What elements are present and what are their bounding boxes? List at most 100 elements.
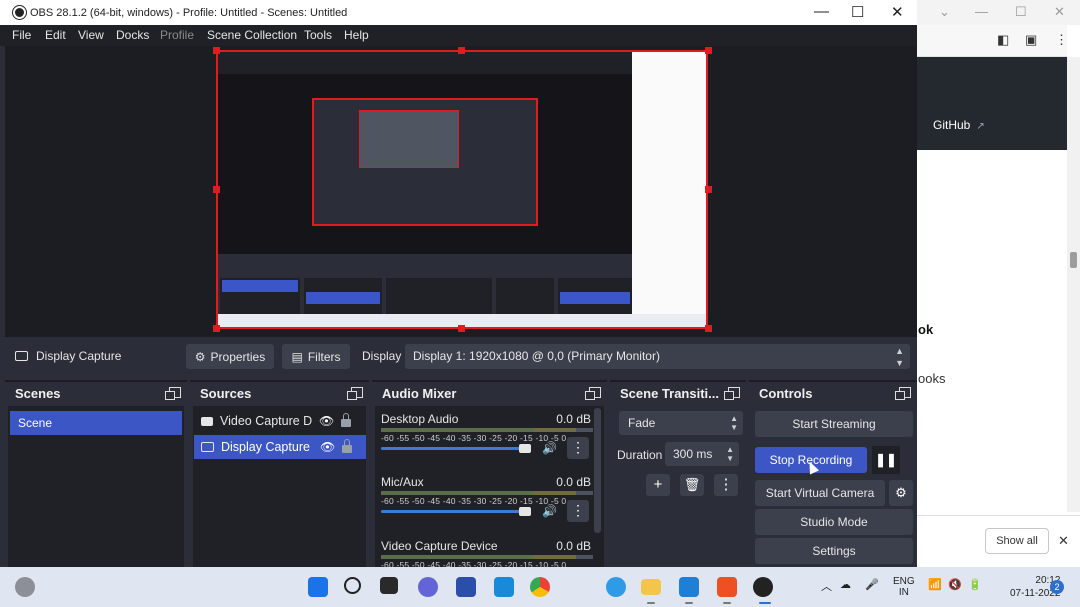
controls-dock: Controls Start Streaming Stop Recording … <box>749 380 917 567</box>
float-dock-icon[interactable] <box>585 387 601 400</box>
minimize-icon[interactable]: — <box>975 4 988 19</box>
float-dock-icon[interactable] <box>724 387 740 400</box>
github-link[interactable]: GitHub ↗ <box>933 118 985 132</box>
menu-view[interactable]: View <box>78 28 104 42</box>
outlook-icon[interactable] <box>494 577 514 597</box>
search-icon[interactable] <box>344 577 361 594</box>
close-icon[interactable]: ✕ <box>1054 4 1065 20</box>
float-dock-icon[interactable] <box>347 387 363 400</box>
lock-icon[interactable] <box>342 439 353 453</box>
settings-button[interactable]: Settings <box>755 538 913 564</box>
scenes-dock: Scenes Scene <box>5 380 187 567</box>
chevron-down-icon[interactable]: ⌄ <box>939 4 950 20</box>
edge-icon[interactable] <box>606 577 626 597</box>
onedrive-icon[interactable]: ☁ <box>840 578 851 591</box>
chrome-icon[interactable] <box>530 577 550 597</box>
resize-handle[interactable] <box>458 47 465 54</box>
trash-icon[interactable]: 🗑 <box>680 474 704 496</box>
resize-handle[interactable] <box>458 325 465 332</box>
eye-icon[interactable]: 👁 <box>319 414 334 428</box>
more-options-button[interactable]: ⋮ <box>567 437 589 459</box>
vscode-icon[interactable] <box>679 577 699 597</box>
sidebar-icon[interactable]: ◧ <box>997 32 1009 48</box>
widgets-icon[interactable] <box>15 577 35 597</box>
resize-handle[interactable] <box>705 325 712 332</box>
volume-slider[interactable] <box>381 444 531 453</box>
scrollbar-thumb[interactable] <box>1070 252 1077 268</box>
menu-icon[interactable]: ⋮ <box>1055 32 1068 48</box>
float-dock-icon[interactable] <box>895 387 911 400</box>
slider-knob[interactable] <box>519 444 531 453</box>
volume-slider[interactable] <box>381 507 531 516</box>
windows-taskbar: ︿ ☁ 🎤 ENG IN 📶 🔇 🔋 20:12 07-11-2022 2 <box>0 567 1080 607</box>
nested-preview-inner <box>312 98 538 226</box>
task-view-icon[interactable] <box>380 577 398 594</box>
chat-icon[interactable] <box>418 577 438 597</box>
stepper-icon[interactable]: ▲ ▼ <box>726 445 734 463</box>
menu-docks[interactable]: Docks <box>116 28 149 42</box>
speaker-icon[interactable]: 🔊 <box>542 504 557 518</box>
chevron-up-icon[interactable]: ︿ <box>821 578 832 594</box>
menu-file[interactable]: File <box>12 28 31 42</box>
pause-recording-button[interactable]: ❚❚ <box>872 446 900 474</box>
properties-button[interactable]: ⚙ Properties <box>186 344 274 369</box>
lock-icon[interactable] <box>341 413 352 427</box>
brave-icon[interactable] <box>717 577 737 597</box>
resize-handle[interactable] <box>213 325 220 332</box>
display-select[interactable]: Display 1: 1920x1080 @ 0,0 (Primary Moni… <box>405 344 910 369</box>
speaker-icon[interactable]: 🔊 <box>542 441 557 455</box>
studio-mode-button[interactable]: Studio Mode <box>755 509 913 535</box>
folder-icon[interactable] <box>641 579 661 595</box>
transition-select[interactable]: Fade ▲ ▼ <box>619 411 743 435</box>
start-streaming-button[interactable]: Start Streaming <box>755 411 913 437</box>
updown-arrow-icon: ▲ ▼ <box>730 414 738 432</box>
filters-button[interactable]: ▤ Filters <box>282 344 350 369</box>
minimize-icon[interactable]: — <box>814 3 829 20</box>
resize-handle[interactable] <box>213 47 220 54</box>
stop-recording-button[interactable]: Stop Recording <box>755 447 867 475</box>
menu-edit[interactable]: Edit <box>45 28 66 42</box>
windows-start-icon[interactable] <box>308 577 328 597</box>
language-indicator[interactable]: ENG IN <box>893 576 915 598</box>
close-icon[interactable]: ✕ <box>1058 533 1069 549</box>
maximize-icon[interactable]: ☐ <box>851 3 864 21</box>
resize-handle[interactable] <box>705 186 712 193</box>
running-indicator <box>685 602 693 604</box>
more-options-button[interactable]: ⋮ <box>567 500 589 522</box>
menu-help[interactable]: Help <box>344 28 369 42</box>
wifi-icon[interactable]: 📶 <box>928 578 942 591</box>
scenes-list: Scene <box>8 406 184 567</box>
wallet-icon[interactable]: ▣ <box>1025 32 1037 48</box>
gear-icon[interactable]: ⚙ <box>889 480 913 506</box>
preview-display-capture[interactable] <box>216 50 708 329</box>
resize-handle[interactable] <box>213 186 220 193</box>
menu-profile[interactable]: Profile <box>160 28 194 42</box>
notification-badge[interactable]: 2 <box>1050 580 1064 594</box>
start-virtual-camera-button[interactable]: Start Virtual Camera <box>755 480 885 506</box>
running-indicator <box>759 602 771 604</box>
microphone-icon[interactable]: 🎤 <box>865 578 879 591</box>
eye-icon[interactable]: 👁 <box>320 440 335 454</box>
source-video-capture-device[interactable]: Video Capture Device 👁 <box>194 409 366 433</box>
add-transition-button[interactable]: + <box>646 474 670 496</box>
float-dock-icon[interactable] <box>165 387 181 400</box>
volume-meter <box>381 555 593 559</box>
menu-tools[interactable]: Tools <box>304 28 332 42</box>
menu-scene-collection[interactable]: Scene Collection <box>207 28 297 42</box>
resize-handle[interactable] <box>705 47 712 54</box>
close-icon[interactable]: ✕ <box>891 3 904 21</box>
slider-knob[interactable] <box>519 507 531 516</box>
more-options-button[interactable]: ⋮ <box>714 474 738 496</box>
speaker-icon[interactable]: 🔇 <box>948 578 962 591</box>
maximize-icon[interactable]: ☐ <box>1015 4 1027 20</box>
battery-icon[interactable]: 🔋 <box>968 578 982 591</box>
show-all-button[interactable]: Show all <box>985 528 1049 554</box>
scene-item[interactable]: Scene <box>10 411 182 435</box>
external-link-icon: ↗ <box>976 121 985 132</box>
source-display-capture[interactable]: Display Capture 👁 <box>194 435 366 459</box>
browser-scrollbar[interactable] <box>1067 57 1080 512</box>
mixer-scrollbar[interactable] <box>594 408 601 533</box>
store-icon[interactable] <box>456 577 476 597</box>
duration-input[interactable]: 300 ms ▲ ▼ <box>665 442 739 466</box>
obs-icon[interactable] <box>753 577 773 597</box>
